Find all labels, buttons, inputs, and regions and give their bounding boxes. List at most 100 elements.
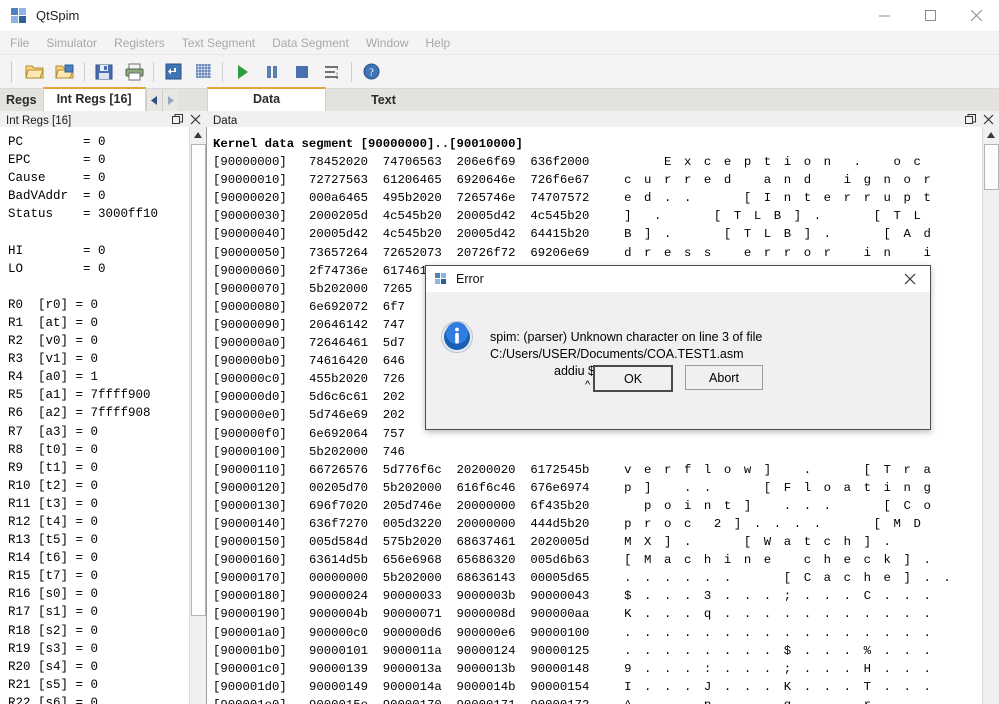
dump-address: [90000110]: [213, 462, 309, 477]
register-row: [8, 278, 206, 296]
scroll-thumb[interactable]: [191, 144, 206, 616]
register-row: R2 [v0] = 0: [8, 334, 99, 349]
dump-ascii: v e r f l o w ] . [ T r a: [604, 462, 934, 477]
dump-ascii: E x c e p t i o n . o c: [604, 155, 924, 170]
dump-address: [900000c0]: [213, 372, 309, 387]
tab-text[interactable]: Text: [326, 90, 441, 111]
dump-address: [90000020]: [213, 191, 309, 206]
scroll-up-icon[interactable]: [190, 127, 206, 143]
register-list: PC = 0 EPC = 0 Cause = 0 BadVAddr = 0 Status…: [0, 127, 206, 704]
right-tab-group: Data Text: [207, 87, 999, 111]
dialog-message-line2: C:/Users/USER/Documents/COA.TEST1.asm: [490, 347, 744, 361]
toolbar-grip[interactable]: [11, 61, 15, 82]
register-row: R4 [a0] = 1: [8, 370, 99, 385]
dump-address: [90000100]: [213, 444, 309, 459]
menu-item-simulator[interactable]: Simulator: [46, 36, 97, 50]
dump-ascii: p ] . . [ F l o a t i n g: [604, 480, 934, 495]
float-icon[interactable]: [965, 113, 976, 128]
close-icon[interactable]: [190, 114, 201, 128]
register-row: R9 [t1] = 0: [8, 460, 99, 475]
svg-text:?: ?: [369, 67, 374, 79]
register-row: R22 [s6] = 0: [8, 695, 99, 704]
error-dialog: Error spim: (parser) Unknown character o…: [425, 265, 931, 430]
close-icon[interactable]: [983, 114, 994, 128]
float-icon[interactable]: [172, 113, 183, 128]
info-icon: [440, 320, 474, 354]
dump-ascii: ^ . . . p . . . q . . . r . . .: [604, 698, 933, 704]
abort-button[interactable]: Abort: [685, 365, 763, 390]
right-panel-title: Data: [213, 114, 238, 127]
help-icon[interactable]: ?: [356, 58, 386, 86]
menu-item-registers[interactable]: Registers: [114, 36, 165, 50]
pause-icon[interactable]: [257, 58, 287, 86]
dump-ascii: K . . . q . . . . . . . . . . .: [604, 607, 934, 622]
menu-item-window[interactable]: Window: [366, 36, 409, 50]
scroll-up-icon[interactable]: [983, 127, 999, 143]
dump-address: [900001c0]: [213, 661, 309, 676]
qtspim-logo-icon: [435, 272, 448, 286]
minimize-icon[interactable]: [861, 0, 907, 31]
tab-data[interactable]: Data: [207, 87, 327, 111]
dump-address: [900000d0]: [213, 390, 309, 405]
settings-icon[interactable]: 1 2 3: [317, 58, 347, 86]
menu-item-text-segment[interactable]: Text Segment: [182, 36, 255, 50]
menu-item-file[interactable]: File: [10, 36, 29, 50]
register-row: R0 [r0] = 0: [8, 297, 99, 312]
dialog-body: spim: (parser) Unknown character on line…: [426, 293, 930, 401]
register-row: R6 [a2] = 7ffff908: [8, 406, 151, 421]
close-icon[interactable]: [953, 0, 999, 31]
left-scrollbar[interactable]: [189, 127, 206, 704]
right-panel-buttons: [965, 113, 999, 128]
reinitialize-icon[interactable]: [158, 58, 188, 86]
ok-button[interactable]: OK: [593, 365, 673, 392]
dump-row: [900001a0] 900000c0 900000d6 900000e6 90…: [213, 624, 999, 642]
dump-words: 20005d42 4c545b20 20005d42 64415b20: [308, 227, 605, 242]
dump-row: [900001e0] 9000015e 90000170 90000171 90…: [213, 696, 999, 704]
open-file-icon[interactable]: [20, 58, 50, 86]
left-arrow-icon[interactable]: [145, 90, 162, 111]
menu-item-help[interactable]: Help: [426, 36, 451, 50]
right-scrollbar[interactable]: [982, 127, 999, 704]
dump-row: [90000130] 696f7020 205d746e 20000000 6f…: [213, 497, 999, 515]
reload-file-icon[interactable]: [50, 58, 80, 86]
scroll-thumb[interactable]: [984, 144, 999, 190]
register-row: R11 [t3] = 0: [8, 496, 99, 511]
save-icon[interactable]: [89, 58, 119, 86]
dump-row: [900001b0] 90000101 9000011a 90000124 90…: [213, 642, 999, 660]
stop-icon[interactable]: [287, 58, 317, 86]
dump-address: [90000140]: [213, 516, 309, 531]
right-arrow-icon[interactable]: [161, 90, 178, 111]
dialog-buttons: OK Abort: [426, 365, 930, 392]
dump-row: [90000190] 9000004b 90000071 9000008d 90…: [213, 605, 999, 623]
tab-int-regs[interactable]: Int Regs [16]: [42, 87, 146, 111]
dump-words: 90000149 9000014a 9000014b 90000154: [308, 679, 605, 694]
grid-icon[interactable]: [188, 58, 218, 86]
dump-address: [90000060]: [213, 263, 309, 278]
toolbar: 1 2 3 ?: [0, 55, 999, 89]
print-icon[interactable]: [119, 58, 149, 86]
dump-words: 72727563 61206465 6920646e 726f6e67: [308, 173, 605, 188]
close-icon[interactable]: [890, 266, 930, 292]
register-row: BadVAddr = 0: [8, 189, 106, 204]
dump-address: [90000120]: [213, 480, 309, 495]
dump-address: [90000030]: [213, 209, 309, 224]
register-row: LO = 0: [8, 261, 106, 276]
dump-row: [90000180] 90000024 90000033 9000003b 90…: [213, 587, 999, 605]
menu-item-data-segment[interactable]: Data Segment: [272, 36, 349, 50]
register-row: R21 [s5] = 0: [8, 677, 99, 692]
dump-address: [90000170]: [213, 571, 309, 586]
maximize-icon[interactable]: [907, 0, 953, 31]
dump-row: [90000050] 73657264 72652073 20726f72 69…: [213, 244, 999, 262]
dump-address: [900000b0]: [213, 354, 309, 369]
run-icon[interactable]: [227, 58, 257, 86]
tab-regs[interactable]: Regs: [0, 90, 43, 111]
left-tab-group: Regs Int Regs [16]: [0, 87, 206, 111]
dump-words: 9000015e 90000170 90000171 90000172: [309, 698, 604, 704]
dump-address: [90000070]: [213, 281, 309, 296]
register-row: HI = 0: [8, 243, 106, 258]
register-row: Status = 3000ff10: [8, 207, 159, 222]
dump-row: [90000160] 63614d5b 656e6968 65686320 00…: [213, 551, 999, 569]
toolbar-separator: [153, 61, 154, 82]
dialog-message-line1: spim: (parser) Unknown character on line…: [490, 330, 763, 344]
dump-words: 2000205d 4c545b20 20005d42 4c545b20: [308, 209, 605, 224]
